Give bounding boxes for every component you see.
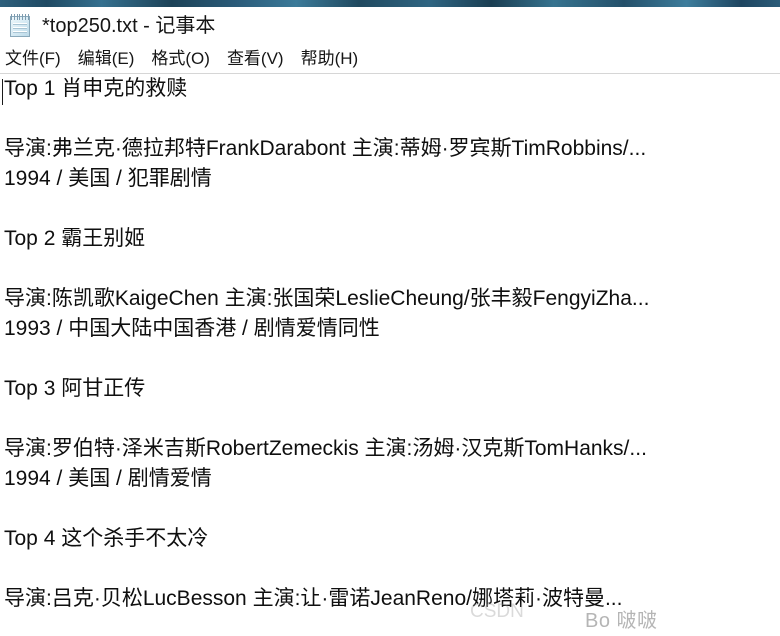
document-line: 导演:罗伯特·泽米吉斯RobertZemeckis 主演:汤姆·汉克斯TomHa… (4, 437, 647, 460)
document-line: 导演:吕克·贝松LucBesson 主演:让·雷诺JeanReno/娜塔莉·波特… (4, 587, 623, 610)
menu-item-edit[interactable]: 编辑(E) (78, 50, 135, 67)
document-line: 导演:弗兰克·德拉邦特FrankDarabont 主演:蒂姆·罗宾斯TimRob… (4, 137, 647, 160)
window-title: *top250.txt - 记事本 (42, 14, 216, 37)
document-line: Top 3 阿甘正传 (4, 377, 146, 400)
notepad-icon-lines (13, 22, 27, 34)
document-line: Top 2 霸王别姬 (4, 227, 146, 250)
text-editor-area[interactable]: Top 1 肖申克的救赎 导演:弗兰克·德拉邦特FrankDarabont 主演… (0, 74, 780, 636)
document-line: Top 1 肖申克的救赎 (4, 77, 188, 100)
document-line: 1994 / 美国 / 剧情爱情 (4, 467, 212, 490)
notepad-window: *top250.txt - 记事本 文件(F) 编辑(E) 格式(O) 查看(V… (0, 0, 780, 636)
notepad-icon-spiral (10, 13, 30, 20)
text-caret (2, 79, 3, 105)
document-line: 导演:陈凯歌KaigeChen 主演:张国荣LeslieCheung/张丰毅Fe… (4, 287, 650, 310)
menu-item-format[interactable]: 格式(O) (151, 50, 210, 67)
document-line: 1993 / 中国大陆中国香港 / 剧情爱情同性 (4, 317, 380, 340)
menu-bar: 文件(F) 编辑(E) 格式(O) 查看(V) 帮助(H) (0, 44, 780, 73)
notepad-icon (8, 13, 34, 39)
menu-item-help[interactable]: 帮助(H) (301, 50, 359, 67)
document-line: 1994 / 美国 / 犯罪剧情 (4, 167, 212, 190)
window-chrome-strip (0, 0, 780, 7)
menu-item-file[interactable]: 文件(F) (5, 50, 61, 67)
document-line: Top 4 这个杀手不太冷 (4, 527, 209, 550)
title-bar: *top250.txt - 记事本 (0, 7, 780, 44)
menu-item-view[interactable]: 查看(V) (227, 50, 284, 67)
